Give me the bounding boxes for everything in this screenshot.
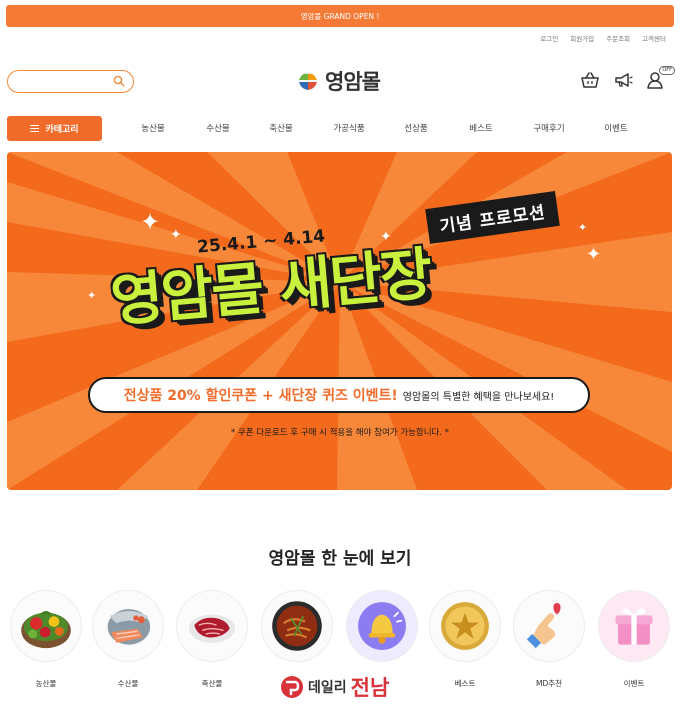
search-icon[interactable] [113, 75, 125, 87]
sparkle-icon: ✦ [170, 227, 182, 243]
logo-text: 영암몰 [325, 70, 381, 94]
event-gift-image [598, 590, 670, 662]
md-pick-image [513, 590, 585, 662]
nav-item-best[interactable]: 베스트 [469, 122, 492, 134]
utility-links: 로그인 회원가입 주문조회 고객센터 [540, 33, 666, 43]
promo-banner[interactable] [7, 152, 672, 490]
seafood-image [92, 590, 164, 662]
grand-open-text: 영암몰 GRAND OPEN ! [300, 11, 380, 21]
sparkle-icon: ✦ [87, 289, 97, 302]
banner-rays [7, 152, 672, 490]
main-nav: 농산물 수산물 축산물 가공식품 선상품 베스트 구매후기 이벤트 [0, 122, 680, 138]
quick-link-best[interactable]: 베스트 [427, 590, 503, 689]
nav-item-produce[interactable]: 농산물 [141, 122, 164, 134]
customer-center-link[interactable]: 고객센터 [642, 33, 666, 43]
sparkle-icon: ✦ [140, 208, 161, 236]
basket-icon[interactable] [580, 70, 600, 90]
watermark-text-1: 데일리 [308, 680, 347, 696]
watermark-logo-icon [281, 676, 303, 698]
nav-item-livestock[interactable]: 축산물 [269, 122, 292, 134]
search-box [7, 70, 134, 94]
nav-item-processed[interactable]: 가공식품 [333, 122, 364, 134]
produce-image [10, 590, 82, 662]
sparkle-icon: ✦ [578, 221, 588, 234]
quick-link-new[interactable] [344, 590, 420, 662]
quick-link-label: 이벤트 [623, 679, 645, 688]
quick-link-label: 수산물 [117, 679, 139, 688]
sparkle-icon: ✦ [586, 244, 602, 265]
new-products-image [346, 590, 418, 662]
watermark: 데일리 전남 [280, 672, 389, 702]
quick-link-label: 농산물 [35, 679, 57, 688]
livestock-image [176, 590, 248, 662]
quick-link-processed[interactable] [259, 590, 335, 662]
user-menu[interactable]: OFF [646, 66, 675, 90]
quick-link-md-pick[interactable]: MD추천 [511, 590, 587, 689]
quick-link-label: 축산물 [201, 679, 223, 688]
site-logo[interactable]: 영암몰 [296, 66, 381, 96]
header-icons: OFF [580, 66, 675, 90]
section-title: 영암몰 한 눈에 보기 [268, 549, 412, 569]
nav-item-seafood[interactable]: 수산물 [206, 122, 229, 134]
nav-item-reviews[interactable]: 구매후기 [533, 122, 564, 134]
order-lookup-link[interactable]: 주문조회 [606, 33, 630, 43]
quick-link-event[interactable]: 이벤트 [596, 590, 672, 689]
login-link[interactable]: 로그인 [540, 33, 558, 43]
coupon-notice: * 쿠폰 다운로드 후 구매 시 적용을 해야 참여가 가능합니다. * [230, 428, 450, 438]
coupon-pill[interactable]: 전상품 20% 할인쿠폰 + 새단장 퀴즈 이벤트! 영암몰의 특별한 혜택을 … [88, 377, 590, 413]
watermark-text-2: 전남 [350, 676, 390, 700]
signup-link[interactable]: 회원가입 [570, 33, 594, 43]
quick-link-produce[interactable]: 농산물 [8, 590, 84, 689]
search-input[interactable] [18, 74, 118, 94]
processed-food-image [261, 590, 333, 662]
logo-mark-icon [299, 73, 317, 90]
quick-link-seafood[interactable]: 수산물 [90, 590, 166, 689]
quick-link-label: MD추천 [535, 679, 563, 688]
quick-link-livestock[interactable]: 축산물 [174, 590, 250, 689]
grand-open-bar: 영암몰 GRAND OPEN ! [6, 5, 674, 27]
best-medal-image [429, 590, 501, 662]
user-status-badge: OFF [659, 66, 675, 75]
coupon-highlight: 전상품 20% 할인쿠폰 + 새단장 퀴즈 이벤트! [123, 388, 398, 404]
nav-item-event[interactable]: 이벤트 [604, 122, 627, 134]
nav-item-new[interactable]: 선상품 [404, 122, 427, 134]
coupon-description: 영암몰의 특별한 혜택을 만나보세요! [402, 391, 555, 403]
quick-link-label: 베스트 [454, 679, 476, 688]
megaphone-icon[interactable] [613, 70, 633, 90]
